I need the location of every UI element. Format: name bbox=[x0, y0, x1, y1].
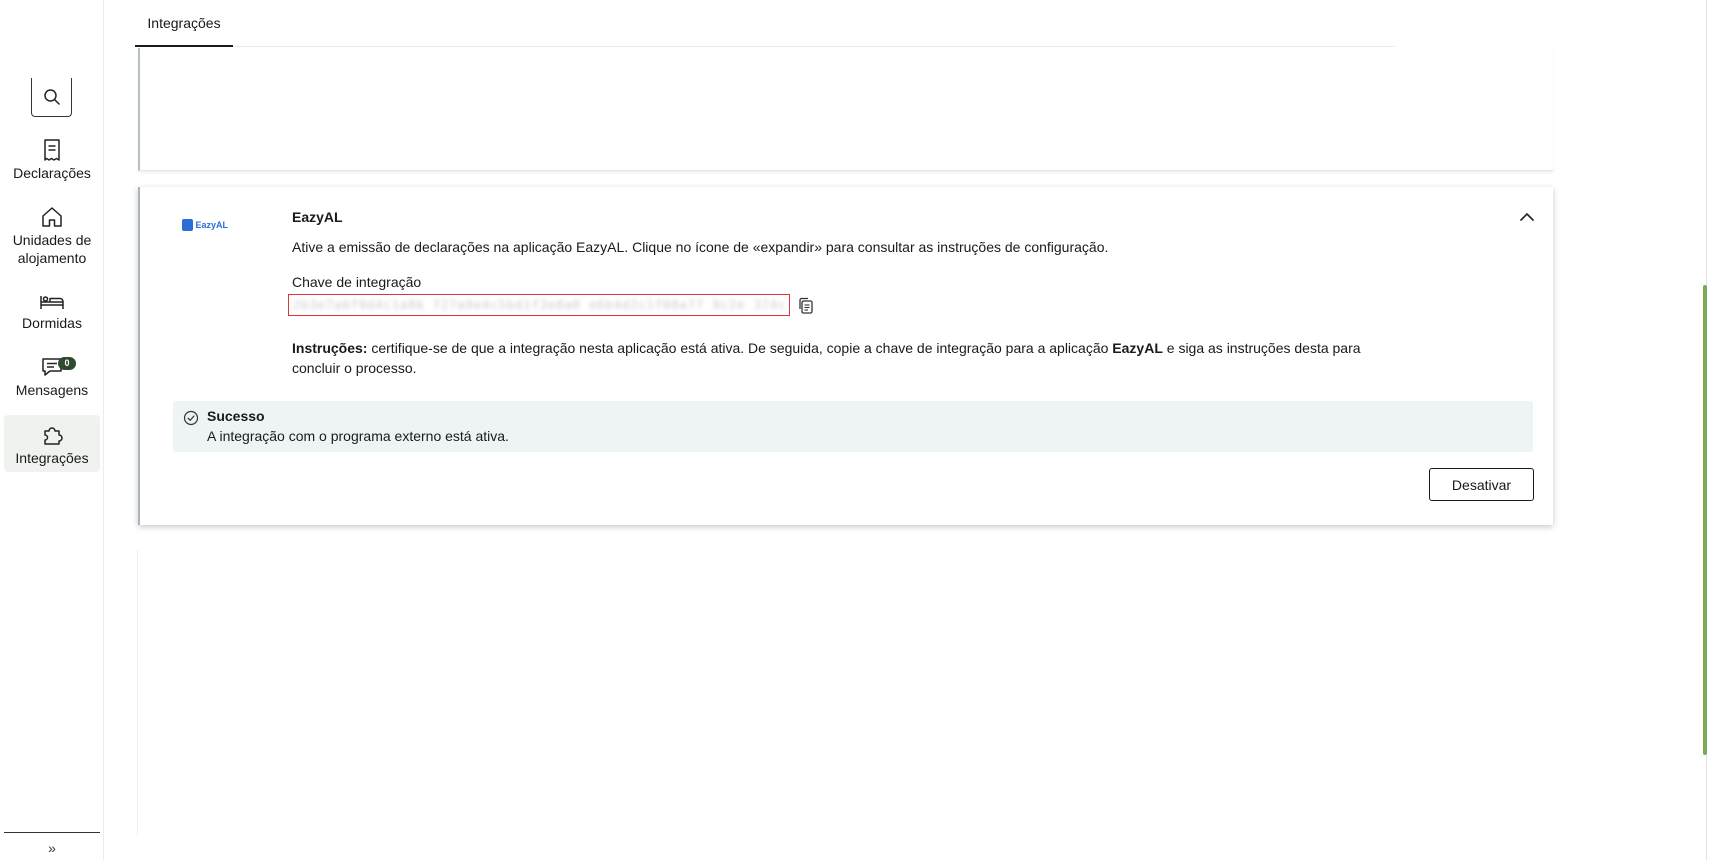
scrollbar-thumb[interactable] bbox=[1703, 285, 1707, 755]
sidebar-item-label: Mensagens bbox=[15, 382, 89, 398]
integration-key-field[interactable]: 2b3e7a6f9d4c1a8b 727a9e4c5bd1f3e8a0 e6b4… bbox=[288, 294, 790, 316]
receipt-icon bbox=[44, 139, 60, 161]
integration-card: EazyAL EazyAL Ative a emissão de declara… bbox=[138, 187, 1553, 525]
copy-icon[interactable] bbox=[798, 297, 814, 315]
alert-message: A integração com o programa externo está… bbox=[207, 428, 509, 444]
logo-mark-icon bbox=[182, 219, 194, 231]
sidebar-divider bbox=[4, 832, 100, 833]
alert-title: Sucesso bbox=[207, 408, 265, 424]
content-edge bbox=[137, 550, 138, 835]
check-circle-icon bbox=[183, 410, 199, 426]
chevron-up-icon[interactable] bbox=[1517, 207, 1537, 227]
sidebar: Declarações Unidades de alojamento Dormi… bbox=[0, 0, 104, 860]
sidebar-item-integracoes[interactable]: Integrações bbox=[4, 415, 100, 472]
integration-instructions: Instruções: certifique-se de que a integ… bbox=[292, 340, 1361, 376]
sidebar-item-unidades[interactable]: Unidades de alojamento bbox=[4, 205, 100, 267]
puzzle-icon bbox=[44, 427, 63, 445]
deactivate-button[interactable]: Desativar bbox=[1429, 468, 1534, 501]
integration-description: Ative a emissão de declarações na aplica… bbox=[292, 239, 1109, 255]
search-icon bbox=[43, 89, 60, 105]
unread-badge: 0 bbox=[58, 357, 76, 370]
sidebar-item-label: Integrações bbox=[15, 450, 89, 466]
sidebar-item-label: Unidades de alojamento bbox=[12, 232, 92, 266]
sidebar-item-label: Declarações bbox=[13, 165, 91, 181]
tab-bar: Integrações bbox=[135, 0, 1395, 47]
double-chevron-right-icon: » bbox=[48, 840, 56, 856]
search-button[interactable] bbox=[31, 78, 72, 117]
home-icon bbox=[42, 207, 62, 227]
bed-icon bbox=[40, 296, 64, 309]
integration-title: EazyAL bbox=[292, 209, 343, 225]
sidebar-item-dormidas[interactable]: Dormidas bbox=[4, 292, 100, 332]
sidebar-item-declaracoes[interactable]: Declarações bbox=[4, 138, 100, 182]
integration-key-label: Chave de integração bbox=[292, 274, 422, 290]
success-alert: Sucesso A integração com o programa exte… bbox=[173, 401, 1533, 452]
sidebar-item-label: Dormidas bbox=[22, 315, 82, 331]
integration-key-value: 2b3e7a6f9d4c1a8b 727a9e4c5bd1f3e8a0 e6b4… bbox=[293, 298, 789, 312]
tab-integracoes[interactable]: Integrações bbox=[135, 0, 233, 47]
expand-sidebar-button[interactable]: » bbox=[40, 840, 64, 856]
eazyal-logo: EazyAL bbox=[182, 217, 228, 233]
previous-integration-card bbox=[138, 48, 1553, 171]
sidebar-item-mensagens[interactable]: 0 Mensagens bbox=[4, 355, 100, 399]
